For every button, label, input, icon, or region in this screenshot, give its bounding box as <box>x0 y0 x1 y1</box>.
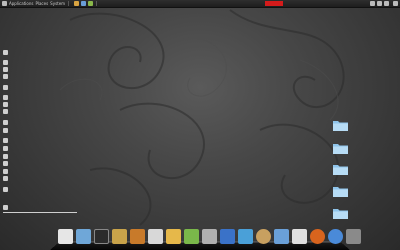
media-player-icon[interactable] <box>130 229 145 244</box>
desktop-folder[interactable] <box>298 119 348 133</box>
memory-icon <box>3 108 8 114</box>
uptime-icon <box>3 73 8 79</box>
trash-icon[interactable] <box>346 229 361 244</box>
progress-bar <box>3 212 77 213</box>
monitor-row <box>3 66 11 72</box>
cpu-temp-icon <box>3 94 8 100</box>
file-manager-icon[interactable] <box>112 229 127 244</box>
calendar-icon[interactable] <box>274 229 289 244</box>
network-up-icon <box>3 160 8 166</box>
monitor-row <box>3 94 11 100</box>
cpu-icon <box>3 84 8 90</box>
monitor-row <box>3 186 11 192</box>
battery-icon[interactable] <box>384 1 389 6</box>
office-icon[interactable] <box>220 229 235 244</box>
launcher-icon[interactable] <box>81 1 87 6</box>
app-menu-icon[interactable] <box>2 1 7 6</box>
volume-icon[interactable] <box>377 1 382 6</box>
folder-icon <box>333 209 348 219</box>
network-icon[interactable] <box>370 1 375 6</box>
date-icon <box>3 186 8 192</box>
monitor-row <box>3 145 11 151</box>
photos-icon[interactable] <box>76 229 91 244</box>
fan-icon <box>3 101 8 107</box>
folder-icon <box>333 165 348 175</box>
chat-icon[interactable] <box>238 229 253 244</box>
system-tray <box>368 0 398 7</box>
monitor-row <box>3 204 11 210</box>
monitor-row <box>3 59 11 65</box>
folder-icon <box>333 144 348 154</box>
browser-icon[interactable] <box>310 229 325 244</box>
monitor-row <box>3 137 11 143</box>
menu-system[interactable]: System <box>50 1 65 6</box>
panel-separator <box>68 1 70 6</box>
web-icon[interactable] <box>328 229 343 244</box>
settings-icon[interactable] <box>256 229 271 244</box>
monitor-row <box>3 160 11 166</box>
desktop-folder[interactable] <box>298 163 348 177</box>
monitor-row <box>3 175 11 181</box>
kernel-icon <box>3 66 8 72</box>
menu-places[interactable]: Places <box>35 1 48 6</box>
swap-icon <box>3 119 8 125</box>
network-down-icon <box>3 153 8 159</box>
distro-icon <box>3 59 8 65</box>
text-editor-icon[interactable] <box>202 229 217 244</box>
monitor-row <box>3 153 11 159</box>
terminal-icon[interactable] <box>94 229 109 244</box>
disk-home-icon <box>3 145 8 151</box>
flash-icon[interactable] <box>148 229 163 244</box>
launcher-icon[interactable] <box>74 1 80 6</box>
folder-icon <box>333 121 348 131</box>
accessories-icon[interactable] <box>58 229 73 244</box>
volume-icon <box>3 175 8 181</box>
battery-icon <box>3 168 8 174</box>
monitor-row <box>3 84 11 90</box>
notes-icon[interactable] <box>292 229 307 244</box>
monitor-row <box>3 168 11 174</box>
menu-applications[interactable]: Applications <box>9 1 33 6</box>
desktop-folder[interactable] <box>298 142 348 156</box>
desktop-folder[interactable] <box>298 185 348 199</box>
dock <box>50 226 361 250</box>
launcher-icon[interactable] <box>88 1 94 6</box>
monitor-row <box>3 108 11 114</box>
processes-icon <box>3 127 8 133</box>
panel-separator <box>96 1 98 6</box>
notification-indicator[interactable] <box>265 1 283 6</box>
monitor-row <box>3 127 11 133</box>
dock-items <box>58 229 361 244</box>
desktop-folder[interactable] <box>298 207 348 221</box>
monitor-row <box>3 49 11 55</box>
folder-icon <box>333 187 348 197</box>
top-panel: Applications Places System <box>0 0 400 8</box>
monitor-row <box>3 101 11 107</box>
image-editor-icon[interactable] <box>184 229 199 244</box>
system-icon <box>3 49 8 55</box>
monitor-row <box>3 73 11 79</box>
graphics-icon[interactable] <box>166 229 181 244</box>
power-icon[interactable] <box>393 1 398 6</box>
music-icon <box>3 204 8 210</box>
monitor-row <box>3 119 11 125</box>
disk-root-icon <box>3 137 8 143</box>
